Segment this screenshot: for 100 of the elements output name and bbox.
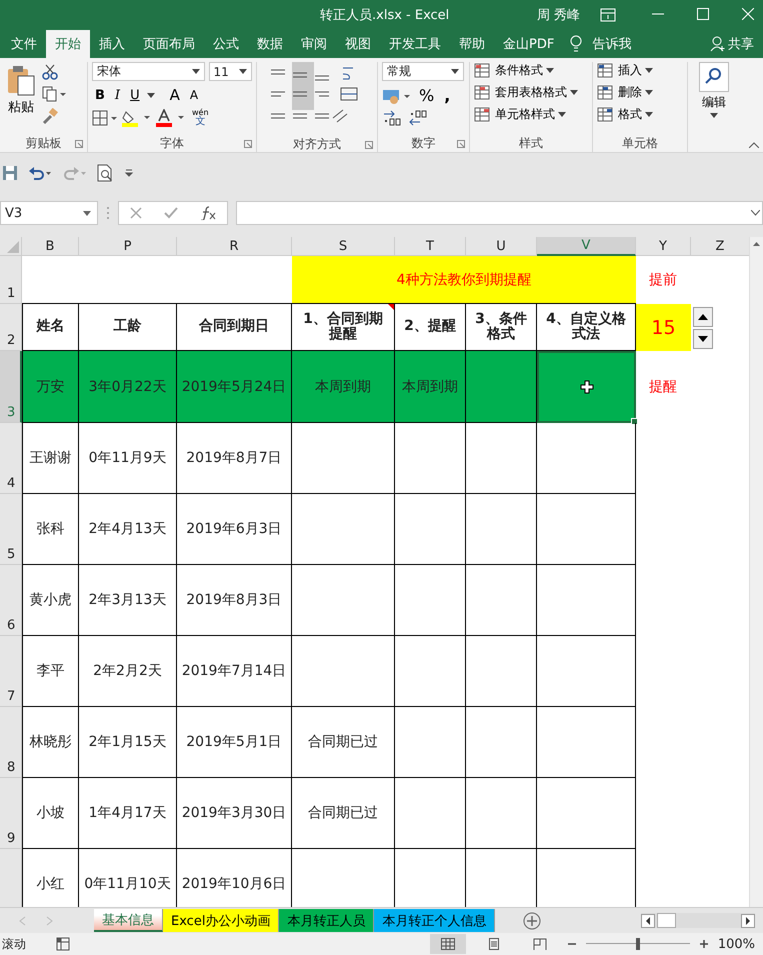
column-header[interactable]: Z (691, 237, 749, 256)
ribbon-tab[interactable]: 文件 (2, 30, 46, 58)
table-cell (466, 494, 537, 565)
row-header[interactable]: 7 (0, 636, 22, 707)
checkmark-icon[interactable] (164, 207, 178, 219)
ribbon-tab[interactable]: 页面布局 (134, 30, 204, 58)
share-button[interactable]: 共享 (726, 30, 763, 58)
font-size-field[interactable]: 11 (208, 62, 252, 81)
dialog-launcher-icon[interactable] (244, 140, 252, 148)
scroll-right-icon[interactable] (741, 914, 755, 928)
style-menu-button[interactable]: 单元格样式 (474, 106, 588, 123)
drag-handle-icon[interactable] (106, 206, 110, 220)
cells-menu-button[interactable]: 删除 (597, 84, 683, 101)
row-header[interactable]: 3 (0, 351, 22, 423)
borders-icon[interactable] (92, 110, 118, 126)
name-box[interactable]: V3 (0, 201, 98, 225)
underline-button[interactable]: U (127, 88, 143, 102)
column-header[interactable]: P (79, 237, 177, 256)
formula-field[interactable] (236, 201, 763, 225)
ribbon-tab[interactable]: 开发工具 (380, 30, 450, 58)
row-header[interactable]: 2 (0, 304, 22, 351)
dialog-launcher-icon[interactable] (365, 141, 373, 149)
ribbon-tab[interactable]: 帮助 (450, 30, 494, 58)
fill-color-icon[interactable] (122, 109, 152, 127)
accounting-format-icon[interactable] (382, 88, 412, 104)
sheet-tab[interactable]: 基本信息 (94, 909, 163, 932)
column-header[interactable]: R (177, 237, 292, 256)
normal-view-button[interactable] (430, 934, 466, 954)
macro-record-icon[interactable] (56, 937, 70, 951)
table-cell: 2年2月2天 (79, 636, 177, 707)
close-icon[interactable] (742, 8, 754, 20)
row-header[interactable]: 4 (0, 423, 22, 494)
editing-button[interactable]: 编辑 (699, 62, 729, 152)
row-header[interactable]: 5 (0, 494, 22, 565)
caret-icon[interactable] (192, 69, 200, 74)
zoom-level[interactable]: 100% (718, 936, 755, 952)
decrease-font-button[interactable]: A (186, 88, 202, 102)
caret-icon[interactable] (146, 92, 155, 98)
cells-menu-button[interactable]: 格式 (597, 106, 683, 123)
add-sheet-icon[interactable] (523, 912, 542, 930)
ribbon-tab[interactable]: 金山PDF (494, 30, 564, 58)
expand-icon[interactable] (751, 210, 760, 216)
ribbon-tab[interactable]: 插入 (90, 30, 134, 58)
vertical-scrollbar[interactable] (749, 237, 763, 907)
format-painter-icon[interactable] (42, 108, 58, 124)
sheet-tab[interactable]: 本月转正人员 (279, 909, 374, 932)
row-header[interactable]: 1 (0, 256, 22, 304)
column-header[interactable]: B (22, 237, 79, 256)
bold-button[interactable]: B (92, 88, 108, 102)
sheet-tab[interactable]: Excel办公小动画 (163, 909, 280, 932)
undo-icon[interactable] (28, 165, 52, 181)
ribbon-tab[interactable]: 审阅 (292, 30, 336, 58)
scroll-left-icon[interactable] (641, 914, 655, 928)
maximize-icon[interactable] (697, 8, 709, 20)
ribbon-tab[interactable]: 视图 (336, 30, 380, 58)
customize-toolbar-icon[interactable] (124, 168, 134, 178)
cells-menu-button[interactable]: 插入 (597, 62, 683, 79)
phonetic-guide-button[interactable]: wén 文 (190, 109, 211, 127)
horizontal-scrollbar[interactable] (641, 913, 755, 928)
column-header[interactable]: Y (636, 237, 691, 256)
copy-icon[interactable] (42, 86, 66, 102)
zoom-in-icon[interactable] (700, 940, 708, 948)
ribbon-tab[interactable]: 数据 (248, 30, 292, 58)
ribbon-display-icon[interactable] (600, 8, 616, 22)
spin-button[interactable] (693, 306, 713, 348)
column-header[interactable]: U (466, 237, 537, 256)
number-format-field[interactable]: 常规 (382, 62, 464, 81)
italic-button[interactable]: I (112, 88, 124, 102)
ribbon-tab[interactable]: 公式 (204, 30, 248, 58)
column-header[interactable]: S (292, 237, 395, 256)
collapse-ribbon-icon[interactable] (749, 142, 759, 148)
fill-handle[interactable] (631, 418, 638, 425)
style-menu-button[interactable]: 套用表格格式 (474, 84, 588, 101)
caret-icon[interactable] (83, 210, 91, 216)
tell-me-button[interactable]: 告诉我 (583, 30, 640, 58)
paste-button[interactable]: 粘贴 (4, 62, 38, 134)
sheet-tab[interactable]: 本月转正个人信息 (374, 909, 496, 932)
row-header[interactable]: 9 (0, 778, 22, 849)
print-preview-icon[interactable] (96, 164, 114, 182)
caret-icon[interactable] (239, 69, 247, 74)
caret-icon[interactable] (451, 69, 459, 74)
comma-style-button[interactable]: , (441, 86, 454, 105)
style-menu-button[interactable]: 条件格式 (474, 62, 588, 79)
dialog-launcher-icon[interactable] (75, 140, 83, 148)
column-header[interactable]: T (395, 237, 466, 256)
save-icon[interactable] (2, 165, 18, 181)
dialog-launcher-icon[interactable] (457, 140, 465, 148)
column-header[interactable]: V (537, 237, 636, 256)
increase-font-button[interactable]: A (166, 86, 183, 104)
row-header[interactable]: 8 (0, 707, 22, 778)
row-header[interactable]: 6 (0, 565, 22, 636)
ribbon-tab[interactable]: 开始 (46, 30, 90, 58)
table-cell-text: 提前 (648, 271, 678, 290)
font-name-field[interactable]: 宋体 (92, 62, 204, 81)
percent-button[interactable]: % (416, 86, 438, 105)
function-icon[interactable] (200, 206, 216, 220)
scroll-thumb[interactable] (657, 913, 676, 928)
font-color-icon[interactable] (156, 109, 186, 127)
table-cell: 2019年7月14日 (177, 636, 292, 707)
scissors-icon[interactable] (42, 64, 58, 80)
